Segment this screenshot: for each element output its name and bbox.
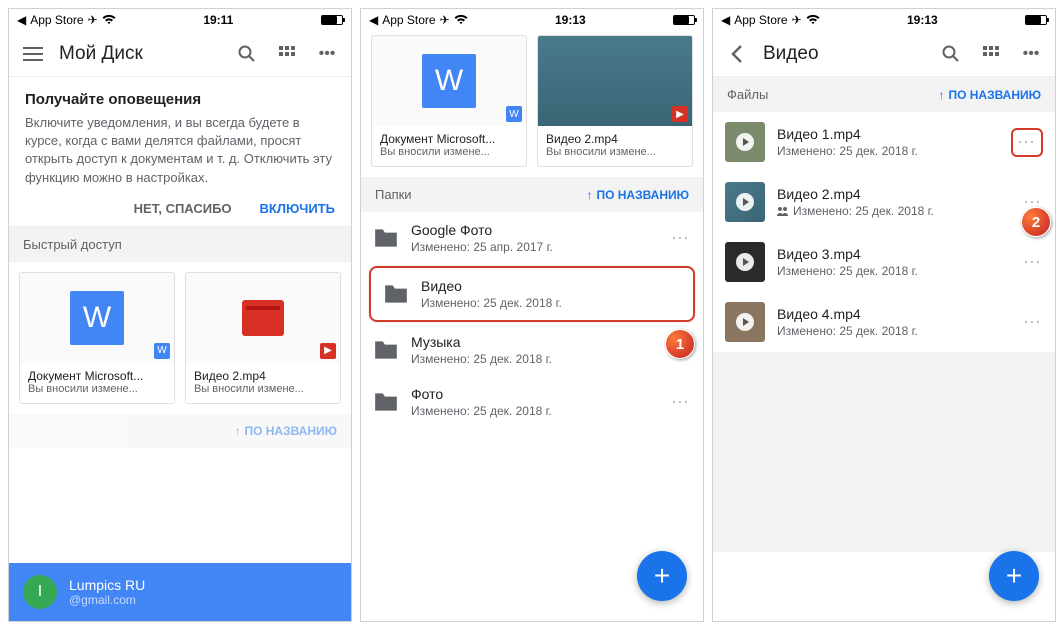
play-icon bbox=[736, 313, 754, 331]
airplane-icon: ✈ bbox=[440, 13, 450, 27]
sort-button[interactable]: ↑ ПО НАЗВАНИЮ bbox=[586, 188, 689, 202]
video-thumbnail bbox=[538, 36, 692, 126]
video-thumbnail bbox=[725, 242, 765, 282]
status-bar: ◀ App Store ✈ 19:13 bbox=[713, 9, 1055, 31]
video-thumbnail bbox=[725, 302, 765, 342]
account-name: Lumpics RU bbox=[69, 577, 145, 593]
screen-video-folder: ◀ App Store ✈ 19:13 Видео ••• Файлы ↑ ПО… bbox=[712, 8, 1056, 622]
word-doc-icon: W bbox=[70, 291, 124, 345]
wifi-icon bbox=[806, 15, 820, 25]
view-grid-icon[interactable] bbox=[977, 40, 1005, 68]
screen-folders: ◀ App Store ✈ 19:13 WW Документ Microsof… bbox=[360, 8, 704, 622]
video-badge-icon: ▶ bbox=[320, 343, 336, 359]
file-row[interactable]: Видео 3.mp4Изменено: 25 дек. 2018 г. ⋯ bbox=[713, 232, 1055, 292]
account-switcher[interactable]: I Lumpics RU @gmail.com bbox=[9, 563, 351, 621]
shared-icon bbox=[777, 205, 789, 217]
video-badge-icon: ▶ bbox=[672, 106, 688, 122]
file-row[interactable]: Видео 1.mp4Изменено: 25 дек. 2018 г. ⋯ bbox=[713, 112, 1055, 172]
airplane-icon: ✈ bbox=[88, 13, 98, 27]
page-title: Видео bbox=[763, 43, 925, 65]
add-button[interactable]: + bbox=[637, 551, 687, 601]
folder-icon bbox=[373, 391, 399, 413]
doc-badge-icon: W bbox=[154, 343, 170, 359]
battery-icon bbox=[673, 15, 695, 25]
quick-access-card[interactable]: ▶ Видео 2.mp4Вы вносили измене... bbox=[537, 35, 693, 167]
add-button[interactable]: + bbox=[989, 551, 1039, 601]
callout-marker-2: 2 bbox=[1021, 207, 1051, 237]
folder-row[interactable]: Google ФотоИзменено: 25 апр. 2017 г. ⋯ bbox=[361, 212, 703, 264]
back-appstore-icon[interactable]: ◀ bbox=[369, 13, 378, 27]
file-row[interactable]: Видео 4.mp4Изменено: 25 дек. 2018 г. ⋯ bbox=[713, 292, 1055, 352]
video-thumbnail bbox=[725, 182, 765, 222]
notification-body: Включите уведомления, и вы всегда будете… bbox=[25, 114, 335, 187]
back-appstore-icon[interactable]: ◀ bbox=[721, 13, 730, 27]
app-bar: Видео ••• bbox=[713, 31, 1055, 77]
enable-button[interactable]: ВКЛЮЧИТЬ bbox=[260, 201, 335, 216]
row-more-icon[interactable]: ⋯ bbox=[1023, 312, 1043, 333]
row-more-icon[interactable]: ⋯ bbox=[671, 392, 691, 413]
search-icon[interactable] bbox=[937, 40, 965, 68]
play-icon bbox=[736, 253, 754, 271]
back-appstore-icon[interactable]: ◀ bbox=[17, 13, 26, 27]
folders-header: Папки bbox=[375, 187, 412, 202]
status-bar: ◀ App Store ✈ 19:11 bbox=[9, 9, 351, 31]
callout-marker-1: 1 bbox=[665, 329, 695, 359]
more-icon[interactable]: ••• bbox=[313, 40, 341, 68]
notification-card: Получайте оповещения Включите уведомлени… bbox=[9, 77, 351, 227]
folder-icon bbox=[383, 283, 409, 305]
video-clip-icon bbox=[242, 300, 284, 336]
quick-access-card[interactable]: WW Документ Microsoft...Вы вносили измен… bbox=[371, 35, 527, 167]
menu-icon[interactable] bbox=[19, 40, 47, 68]
page-title: Мой Диск bbox=[59, 43, 221, 65]
sort-button[interactable]: ↑ ПО НАЗВАНИЮ bbox=[234, 424, 337, 438]
row-more-icon[interactable]: ⋯ bbox=[1011, 128, 1043, 157]
deny-button[interactable]: НЕТ, СПАСИБО bbox=[134, 201, 232, 216]
folder-row-video[interactable]: ВидеоИзменено: 25 дек. 2018 г. bbox=[369, 266, 695, 322]
quick-access-header: Быстрый доступ bbox=[9, 227, 351, 262]
screen-my-drive: ◀ App Store ✈ 19:11 Мой Диск ••• Получай… bbox=[8, 8, 352, 622]
folder-icon bbox=[373, 339, 399, 361]
play-icon bbox=[736, 133, 754, 151]
row-more-icon[interactable]: ⋯ bbox=[1023, 252, 1043, 273]
status-time: 19:11 bbox=[116, 13, 321, 27]
word-doc-icon: W bbox=[422, 54, 476, 108]
app-bar: Мой Диск ••• bbox=[9, 31, 351, 77]
back-appstore-label[interactable]: App Store bbox=[30, 13, 83, 27]
more-icon[interactable]: ••• bbox=[1017, 40, 1045, 68]
airplane-icon: ✈ bbox=[792, 13, 802, 27]
battery-icon bbox=[321, 15, 343, 25]
notification-title: Получайте оповещения bbox=[25, 91, 335, 108]
sort-button[interactable]: ↑ ПО НАЗВАНИЮ bbox=[938, 88, 1041, 102]
wifi-icon bbox=[454, 15, 468, 25]
row-more-icon[interactable]: ⋯ bbox=[671, 228, 691, 249]
account-email: @gmail.com bbox=[69, 593, 145, 607]
folder-icon bbox=[373, 227, 399, 249]
folder-row[interactable]: ФотоИзменено: 25 дек. 2018 г. ⋯ bbox=[361, 376, 703, 428]
battery-icon bbox=[1025, 15, 1047, 25]
doc-badge-icon: W bbox=[506, 106, 522, 122]
back-icon[interactable] bbox=[723, 40, 751, 68]
wifi-icon bbox=[102, 15, 116, 25]
folder-row[interactable]: МузыкаИзменено: 25 дек. 2018 г. ⋯ bbox=[361, 324, 703, 376]
file-row[interactable]: Видео 2.mp4Изменено: 25 дек. 2018 г. ⋯ bbox=[713, 172, 1055, 232]
view-grid-icon[interactable] bbox=[273, 40, 301, 68]
play-icon bbox=[736, 193, 754, 211]
quick-access-card[interactable]: WW Документ Microsoft...Вы вносили измен… bbox=[19, 272, 175, 404]
video-thumbnail bbox=[725, 122, 765, 162]
quick-access-card[interactable]: ▶ Видео 2.mp4Вы вносили измене... bbox=[185, 272, 341, 404]
files-header: Файлы bbox=[727, 87, 768, 102]
search-icon[interactable] bbox=[233, 40, 261, 68]
status-bar: ◀ App Store ✈ 19:13 bbox=[361, 9, 703, 31]
avatar: I bbox=[23, 575, 57, 609]
